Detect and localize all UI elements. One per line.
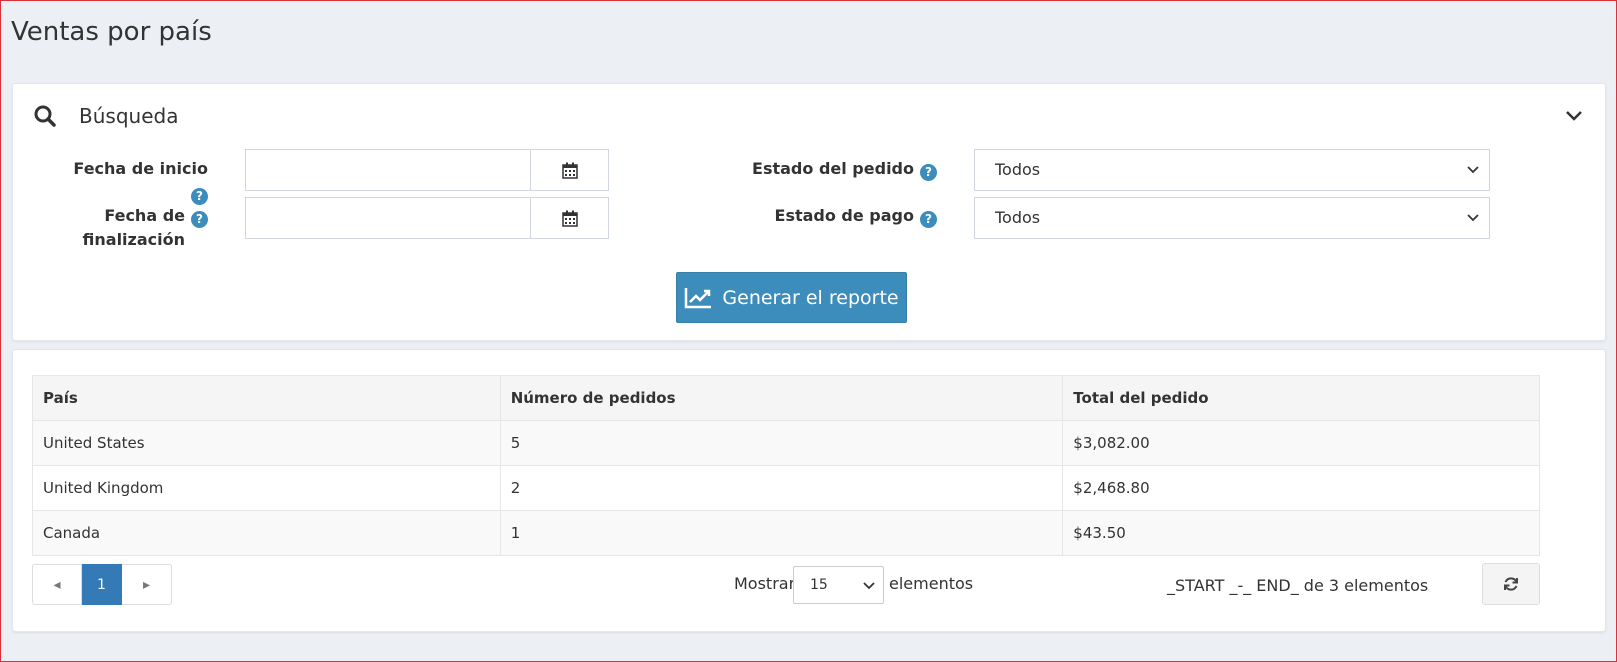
chevron-down-icon bbox=[1467, 166, 1479, 174]
payment-status-label: Estado de pago? bbox=[713, 204, 937, 228]
page-size-select[interactable]: 15 bbox=[793, 566, 884, 604]
table-row: United States 5 $3,082.00 bbox=[32, 420, 1540, 466]
search-panel-header[interactable]: Búsqueda bbox=[33, 104, 178, 128]
cell-total: $3,082.00 bbox=[1062, 420, 1540, 466]
cell-orders: 2 bbox=[499, 465, 1064, 511]
table-header-row: País Número de pedidos Total del pedido bbox=[32, 375, 1540, 421]
calendar-button[interactable] bbox=[530, 149, 609, 191]
refresh-button[interactable] bbox=[1482, 563, 1540, 605]
search-panel: Búsqueda Fecha de inicio? Fecha de? fina… bbox=[12, 83, 1606, 341]
search-panel-title: Búsqueda bbox=[79, 104, 179, 128]
calendar-icon bbox=[561, 210, 578, 227]
end-date-label: Fecha de? finalización bbox=[53, 204, 208, 252]
refresh-icon bbox=[1504, 577, 1518, 591]
cell-country: United States bbox=[32, 420, 501, 466]
generate-report-button[interactable]: Generar el reporte bbox=[676, 272, 907, 323]
cell-orders: 5 bbox=[499, 420, 1064, 466]
cell-orders: 1 bbox=[499, 510, 1064, 556]
sales-by-country-table: País Número de pedidos Total del pedido … bbox=[32, 375, 1540, 556]
line-chart-icon bbox=[685, 287, 712, 308]
results-panel: País Número de pedidos Total del pedido … bbox=[12, 349, 1606, 632]
table-row: United Kingdom 2 $2,468.80 bbox=[32, 465, 1540, 511]
previous-page-button[interactable]: ◂ bbox=[32, 564, 82, 605]
pagination-info: _START _-_ END_ de 3 elementos bbox=[1167, 576, 1429, 595]
start-date-input[interactable] bbox=[245, 149, 530, 191]
order-status-label: Estado del pedido? bbox=[713, 157, 937, 181]
help-icon[interactable]: ? bbox=[191, 188, 208, 205]
caret-right-icon: ▸ bbox=[142, 576, 151, 593]
payment-status-select[interactable]: Todos bbox=[974, 197, 1490, 239]
cell-country: United Kingdom bbox=[32, 465, 501, 511]
chevron-down-icon bbox=[1467, 214, 1479, 222]
page-title: Ventas por país bbox=[11, 17, 212, 47]
cell-country: Canada bbox=[32, 510, 501, 556]
column-header-orders[interactable]: Número de pedidos bbox=[499, 375, 1064, 421]
chevron-down-icon bbox=[863, 582, 875, 590]
help-icon[interactable]: ? bbox=[920, 164, 937, 181]
end-date-input[interactable] bbox=[245, 197, 530, 239]
chevron-down-icon[interactable] bbox=[1565, 109, 1583, 123]
column-header-total[interactable]: Total del pedido bbox=[1062, 375, 1540, 421]
pagination: ◂ 1 ▸ bbox=[32, 564, 172, 605]
help-icon[interactable]: ? bbox=[191, 211, 208, 228]
order-status-select[interactable]: Todos bbox=[974, 149, 1490, 191]
page-size-label: Mostrar bbox=[734, 574, 796, 593]
table-row: Canada 1 $43.50 bbox=[32, 510, 1540, 556]
caret-left-icon: ◂ bbox=[53, 576, 61, 593]
column-header-country[interactable]: País bbox=[32, 375, 501, 421]
cell-total: $43.50 bbox=[1062, 510, 1540, 556]
help-icon[interactable]: ? bbox=[920, 211, 937, 228]
search-icon bbox=[34, 105, 56, 127]
end-date-picker bbox=[245, 197, 609, 239]
page-size-suffix: elementos bbox=[889, 574, 974, 593]
calendar-icon bbox=[561, 162, 578, 179]
calendar-button[interactable] bbox=[530, 197, 609, 239]
page-button-1[interactable]: 1 bbox=[82, 564, 122, 605]
next-page-button[interactable]: ▸ bbox=[122, 564, 172, 605]
cell-total: $2,468.80 bbox=[1062, 465, 1540, 511]
start-date-picker bbox=[245, 149, 609, 191]
start-date-label: Fecha de inicio? bbox=[73, 159, 208, 205]
